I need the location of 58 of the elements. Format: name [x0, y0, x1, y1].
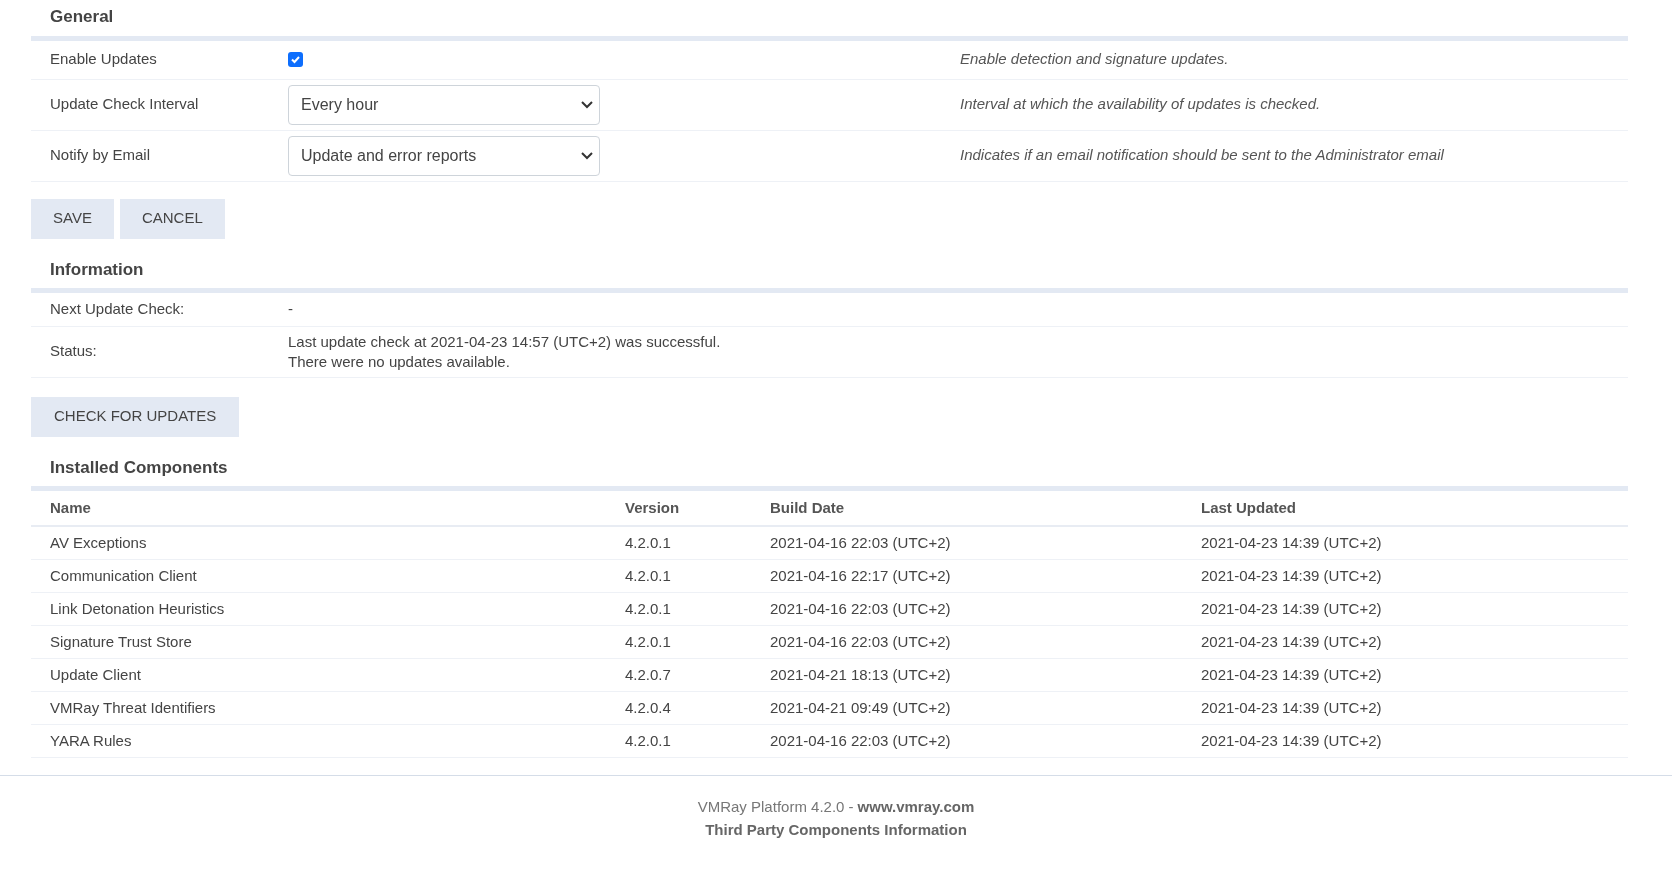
setting-label: Notify by Email	[50, 145, 152, 166]
table-cell-text: 4.2.0.1	[625, 532, 672, 553]
table-cell-text: Communication Client	[50, 565, 198, 586]
table-cell-text: 2021-04-16 22:03 (UTC+2)	[770, 598, 952, 619]
third-party-link[interactable]: Third Party Components Information	[705, 818, 967, 841]
table-cell-text: 2021-04-21 18:13 (UTC+2)	[770, 664, 952, 685]
table-cell-text: 2021-04-16 22:17 (UTC+2)	[770, 565, 952, 586]
table-cell-text: 4.2.0.7	[625, 664, 672, 685]
table-cell-text: AV Exceptions	[50, 532, 148, 553]
caret-icon	[581, 151, 593, 160]
table-cell-text: 2021-04-16 22:03 (UTC+2)	[770, 532, 952, 553]
check-updates-button[interactable]: CHECK FOR UPDATES	[31, 396, 240, 437]
table-cell-text: Signature Trust Store	[50, 631, 193, 652]
table-cell-text: Update Client	[50, 664, 142, 685]
setting-description: Enable detection and signature updates.	[960, 49, 1229, 70]
dropdown[interactable]: Every hour	[288, 84, 600, 125]
info-value: -	[288, 299, 293, 320]
info-label: Status:	[50, 341, 98, 362]
info-value: There were no updates available.	[288, 351, 511, 372]
footer-text: VMRay Platform 4.2.0 -	[697, 797, 854, 817]
column-header: Last Updated	[1201, 497, 1296, 518]
table-cell-text: 2021-04-23 14:39 (UTC+2)	[1201, 697, 1382, 718]
column-header: Build Date	[770, 497, 846, 518]
column-header: Version	[625, 497, 681, 518]
section-title: General	[50, 7, 114, 26]
table-cell-text: 2021-04-23 14:39 (UTC+2)	[1201, 730, 1382, 751]
table-cell-text: Link Detonation Heuristics	[50, 598, 226, 619]
setting-label: Enable Updates	[50, 49, 158, 70]
section-title: Information	[50, 259, 144, 279]
info-value: Last update check at 2021-04-23 14:57 (UTC+2) was successful.	[288, 331, 721, 352]
setting-description: Indicates if an email notification should be sent to the Administrator email	[960, 145, 1444, 166]
table-cell-text: 2021-04-23 14:39 (UTC+2)	[1201, 631, 1382, 652]
table-cell-text: 2021-04-23 14:39 (UTC+2)	[1201, 565, 1382, 586]
info-label: Next Update Check:	[50, 299, 186, 319]
form-button[interactable]: CANCEL	[119, 198, 225, 239]
column-header: Name	[50, 497, 92, 518]
table-cell-text: 2021-04-16 22:03 (UTC+2)	[770, 730, 952, 751]
checkmark-icon	[290, 54, 301, 65]
table-cell-text: 2021-04-16 22:03 (UTC+2)	[770, 631, 952, 652]
setting-description: Interval at which the availability of updates is checked.	[960, 94, 1321, 115]
table-cell-text: 4.2.0.1	[625, 730, 672, 751]
table-cell-text: 2021-04-23 14:39 (UTC+2)	[1201, 664, 1382, 685]
caret-icon	[581, 100, 593, 109]
table-cell-text: 2021-04-23 14:39 (UTC+2)	[1201, 598, 1382, 619]
checkbox[interactable]	[288, 52, 303, 67]
table-cell-text: 4.2.0.1	[625, 565, 672, 586]
table-cell-text: YARA Rules	[50, 730, 133, 751]
table-cell-text: VMRay Threat Identifiers	[50, 697, 217, 718]
table-cell-text: 4.2.0.1	[625, 598, 672, 619]
table-cell-text: 4.2.0.4	[625, 697, 672, 718]
section-title: Installed Components	[50, 457, 228, 477]
setting-label: Update Check Interval	[50, 94, 200, 115]
table-cell-text: 2021-04-21 09:49 (UTC+2)	[770, 697, 952, 718]
table-cell-text: 2021-04-23 14:39 (UTC+2)	[1201, 532, 1382, 553]
dropdown[interactable]: Update and error reports	[288, 135, 600, 176]
website-link[interactable]: www.vmray.com	[857, 796, 975, 819]
table-cell-text: 4.2.0.1	[625, 631, 672, 652]
form-button[interactable]: SAVE	[31, 198, 114, 239]
